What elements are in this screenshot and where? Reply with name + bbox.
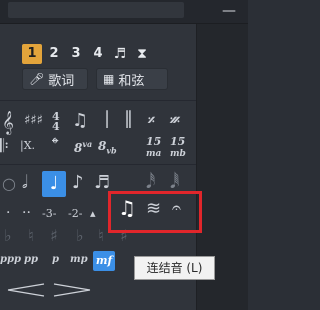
beam-group-icon[interactable]: ♫ <box>72 112 88 130</box>
flat-icon[interactable]: ♭ <box>4 228 12 244</box>
repeat-measure-icon[interactable]: 𝄎 <box>148 114 155 128</box>
crescendo-icon[interactable] <box>6 282 46 298</box>
volta-icon[interactable]: |X. <box>20 140 35 151</box>
tooltip: 连结音 (L) <box>134 256 215 280</box>
treble-clef-icon[interactable]: 𝄞 <box>2 112 14 132</box>
highlight-box <box>108 191 202 233</box>
quarter-note-button[interactable]: ♩ <box>42 171 66 197</box>
natural-icon[interactable]: ♮ <box>28 228 34 244</box>
decrescendo-icon[interactable] <box>52 282 92 298</box>
dynamic-mp[interactable]: mp <box>70 255 88 265</box>
dot-icon[interactable]: · <box>6 206 10 220</box>
fifteenth-up-icon[interactable]: 15 ma <box>146 136 161 160</box>
voice-4-button[interactable]: 4 <box>88 44 108 64</box>
triplet-icon[interactable]: -3- <box>42 208 56 219</box>
top-bar: — <box>0 0 248 24</box>
chords-button[interactable]: ▦ 和弦 <box>96 68 168 90</box>
divider <box>0 100 196 101</box>
voice-1-button[interactable]: 1 <box>22 44 42 64</box>
chords-button-label: 和弦 <box>118 73 145 89</box>
double-dot-icon[interactable]: ·· <box>22 206 31 220</box>
thirty-second-note-icon[interactable]: 𝅘𝅥𝅰 <box>146 174 155 192</box>
keyboard-icon: ▦ <box>103 72 115 86</box>
flat-icon[interactable]: ♭ <box>76 228 84 244</box>
sharp-icon[interactable]: ♯ <box>50 228 58 244</box>
sixty-fourth-note-icon[interactable]: 𝅘𝅥𝅱 <box>170 174 179 192</box>
time-signature-icon[interactable]: 44 <box>52 111 60 132</box>
voice-selector: 1 2 3 4 ♬ ⧗ <box>22 44 152 64</box>
dynamic-ppp[interactable]: ppp <box>0 255 21 265</box>
octave-up-icon[interactable]: 8va <box>74 140 92 154</box>
natural-icon[interactable]: ♮ <box>98 228 104 244</box>
double-barline-icon[interactable]: ‖ <box>124 110 133 128</box>
fifteenth-down-icon[interactable]: 15 mb <box>170 136 186 160</box>
microphone-icon: 🎤︎ <box>29 72 45 86</box>
voice-2-button[interactable]: 2 <box>44 44 64 64</box>
sixteenth-note-icon[interactable]: ♬ <box>94 174 110 192</box>
voice-3-button[interactable]: 3 <box>66 44 86 64</box>
arrows-vertical-icon[interactable]: ⧗ <box>132 44 152 64</box>
repeat-two-measures-icon[interactable]: 𝄏 <box>170 114 180 128</box>
dynamic-mf-button[interactable]: mf <box>93 251 115 271</box>
coda-icon[interactable]: 𝄌 <box>52 136 58 154</box>
lyrics-button-label: 歌词 <box>48 73 75 89</box>
whole-note-icon[interactable]: ○ <box>2 176 16 192</box>
barline-icon[interactable]: | <box>104 110 110 128</box>
eighth-note-icon[interactable]: ♪ <box>72 174 84 192</box>
custom-tuplet-icon[interactable]: ▴ <box>90 208 96 219</box>
minimize-icon[interactable]: — <box>222 3 236 19</box>
divider <box>0 164 196 165</box>
half-note-icon[interactable]: 𝅗𝅥 <box>22 174 28 192</box>
repeat-start-icon[interactable]: 𝄆 <box>0 138 9 156</box>
octave-down-icon[interactable]: 8vb <box>98 140 117 155</box>
key-signature-icon[interactable]: ♯♯♯ <box>24 114 43 127</box>
dynamic-pp[interactable]: pp <box>24 255 38 265</box>
dynamic-p[interactable]: p <box>52 255 59 265</box>
note-stack-icon[interactable]: ♬ <box>110 44 130 64</box>
lyrics-button[interactable]: 🎤︎ 歌词 <box>22 68 88 90</box>
search-field[interactable] <box>8 2 184 18</box>
duplet-icon[interactable]: -2- <box>68 208 82 219</box>
